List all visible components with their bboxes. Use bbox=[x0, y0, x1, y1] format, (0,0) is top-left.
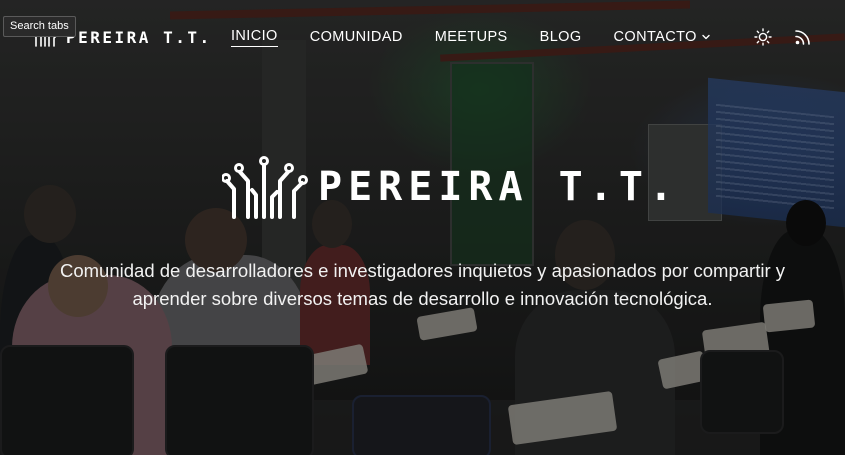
nav-item-label: COMUNIDAD bbox=[309, 28, 403, 45]
sun-icon[interactable] bbox=[754, 28, 772, 46]
hero-title: PEREIRA T.T. bbox=[318, 164, 679, 210]
nav-item-comunidad[interactable]: COMUNIDAD bbox=[310, 28, 403, 47]
nav-item-label: INICIO bbox=[231, 28, 278, 44]
rss-icon[interactable] bbox=[794, 28, 812, 46]
brand-name: PEREIRA T.T. bbox=[66, 27, 212, 47]
nav-item-blog[interactable]: BLOG bbox=[540, 28, 582, 47]
page: PEREIRA T.T. INICIO COMUNIDAD MEETUPS BL… bbox=[0, 0, 845, 455]
hero-description: Comunidad de desarrolladores e investiga… bbox=[60, 259, 785, 309]
hero-logo: PEREIRA T.T. bbox=[222, 155, 679, 219]
main-menu: INICIO COMUNIDAD MEETUPS BLOG CONTACTO bbox=[231, 28, 743, 47]
nav-item-label: CONTACTO bbox=[613, 28, 697, 45]
nav-item-label: MEETUPS bbox=[434, 28, 508, 45]
nav-item-contacto[interactable]: CONTACTO bbox=[614, 28, 711, 47]
nav-item-meetups[interactable]: MEETUPS bbox=[435, 28, 508, 47]
search-tabs-tooltip: Search tabs bbox=[3, 16, 76, 37]
nav-icon-group bbox=[754, 28, 812, 46]
nav-item-inicio[interactable]: INICIO bbox=[231, 28, 278, 47]
chevron-down-icon bbox=[702, 34, 710, 39]
top-navbar: PEREIRA T.T. INICIO COMUNIDAD MEETUPS BL… bbox=[0, 0, 845, 72]
circuit-hand-icon bbox=[222, 156, 308, 219]
nav-item-label: BLOG bbox=[539, 28, 582, 45]
